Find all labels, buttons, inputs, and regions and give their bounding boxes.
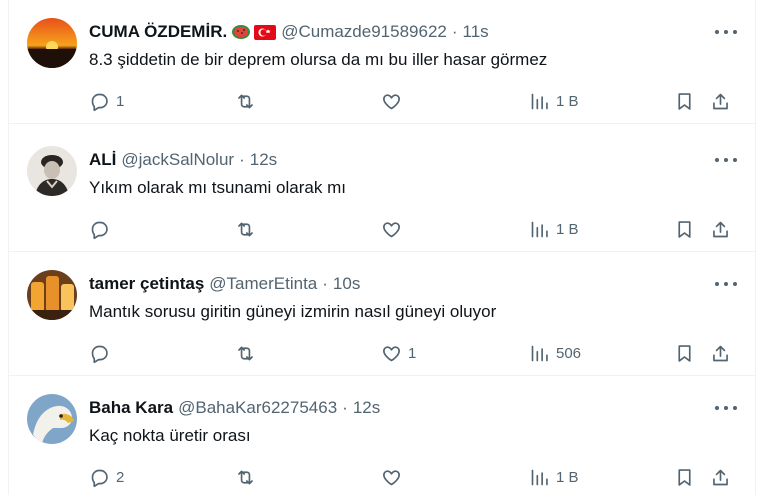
share-button[interactable] — [710, 464, 731, 490]
view-count: 1 B — [556, 468, 579, 486]
bookmark-button[interactable] — [674, 464, 695, 490]
avatar[interactable] — [27, 18, 77, 68]
reply-feed: CUMA ÖZDEMİR. @Cumazde91589622 · 11s 8.3 — [8, 0, 756, 495]
handle[interactable]: @jackSalNolur — [121, 150, 234, 170]
like-count: 1 — [408, 344, 417, 362]
share-button[interactable] — [710, 340, 731, 366]
bookmark-icon — [678, 344, 691, 362]
display-name[interactable]: ALİ — [89, 150, 116, 170]
bookmark-icon — [678, 220, 691, 238]
reply-count: 1 — [116, 92, 125, 110]
heart-icon — [383, 345, 400, 361]
reply-button[interactable] — [89, 216, 116, 242]
tweet-text: Mantık sorusu giritin güneyi izmirin nas… — [89, 302, 497, 321]
tweet-actions: 1 506 — [89, 340, 749, 366]
bookmark-button[interactable] — [674, 340, 695, 366]
views-chart-icon — [531, 93, 548, 109]
tweet-header: ALİ @jackSalNolur · 12s — [89, 148, 277, 172]
like-button[interactable]: 1 — [381, 340, 416, 366]
share-icon — [713, 93, 728, 109]
handle[interactable]: @Cumazde91589622 — [281, 22, 447, 42]
tweet-card[interactable]: CUMA ÖZDEMİR. @Cumazde91589622 · 11s 8.3 — [9, 0, 755, 124]
avatar[interactable] — [27, 270, 77, 320]
handle[interactable]: @BahaKar62275463 — [178, 398, 337, 418]
reply-button[interactable]: 1 — [89, 88, 124, 114]
tweet-actions: 1 1 B — [89, 88, 749, 114]
retweet-button[interactable] — [235, 464, 262, 490]
tweet-actions: 2 1 B — [89, 464, 749, 490]
tweet-header: Baha Kara @BahaKar62275463 · 12s — [89, 396, 380, 420]
more-options-icon[interactable] — [715, 24, 737, 40]
retweet-icon — [238, 222, 253, 236]
bookmark-icon — [678, 92, 691, 110]
retweet-button[interactable] — [235, 340, 262, 366]
timestamp[interactable]: 10s — [333, 274, 360, 294]
separator: · — [451, 22, 458, 41]
timestamp[interactable]: 12s — [250, 150, 277, 170]
views-button[interactable]: 1 B — [529, 216, 579, 242]
bookmark-button[interactable] — [674, 88, 695, 114]
reply-button[interactable]: 2 — [89, 464, 124, 490]
share-icon — [713, 469, 728, 485]
tweet-text: 8.3 şiddetin de bir deprem olursa da mı … — [89, 50, 548, 69]
retweet-icon — [238, 346, 253, 360]
share-button[interactable] — [710, 88, 731, 114]
share-icon — [713, 345, 728, 361]
retweet-button[interactable] — [235, 216, 262, 242]
like-button[interactable] — [381, 216, 408, 242]
name-emojis — [231, 24, 277, 40]
views-button[interactable]: 1 B — [529, 88, 579, 114]
reply-icon — [91, 345, 108, 363]
share-icon — [713, 221, 728, 237]
views-chart-icon — [531, 345, 548, 361]
like-button[interactable] — [381, 88, 408, 114]
separator: · — [322, 274, 328, 293]
retweet-icon — [238, 94, 253, 108]
retweet-icon — [238, 470, 253, 484]
like-button[interactable] — [381, 464, 408, 490]
tweet-actions: 1 B — [89, 216, 749, 242]
display-name[interactable]: CUMA ÖZDEMİR. — [89, 22, 227, 42]
timestamp[interactable]: 11s — [463, 22, 489, 42]
tweet-header: tamer çetintaş @TamerEtinta · 10s — [89, 272, 360, 296]
avatar[interactable] — [27, 394, 77, 444]
view-count: 1 B — [556, 92, 579, 110]
view-count: 1 B — [556, 220, 579, 238]
display-name[interactable]: Baha Kara — [89, 398, 173, 418]
reply-icon — [91, 221, 108, 239]
bookmark-button[interactable] — [674, 216, 695, 242]
more-options-icon[interactable] — [715, 276, 737, 292]
heart-icon — [383, 221, 400, 237]
share-button[interactable] — [710, 216, 731, 242]
tweet-text: Kaç nokta üretir orası — [89, 426, 251, 445]
display-name[interactable]: tamer çetintaş — [89, 274, 204, 294]
views-chart-icon — [531, 221, 548, 237]
views-button[interactable]: 506 — [529, 340, 581, 366]
handle[interactable]: @TamerEtinta — [209, 274, 317, 294]
reply-icon — [91, 93, 108, 111]
heart-icon — [383, 93, 400, 109]
timestamp[interactable]: 12s — [353, 398, 380, 418]
tweet-text: Yıkım olarak mı tsunami olarak mı — [89, 178, 346, 197]
watermelon-icon — [232, 25, 251, 39]
turkey-flag-icon — [254, 24, 277, 40]
views-button[interactable]: 1 B — [529, 464, 579, 490]
reply-count: 2 — [116, 468, 125, 486]
reply-icon — [91, 469, 108, 487]
retweet-button[interactable] — [235, 88, 262, 114]
separator: · — [239, 150, 245, 169]
views-chart-icon — [531, 469, 548, 485]
more-options-icon[interactable] — [715, 152, 737, 168]
view-count: 506 — [556, 344, 582, 362]
avatar[interactable] — [27, 146, 77, 196]
tweet-card[interactable]: Baha Kara @BahaKar62275463 · 12s Kaç nok… — [9, 376, 755, 500]
separator: · — [342, 398, 348, 417]
reply-button[interactable] — [89, 340, 116, 366]
heart-icon — [383, 469, 400, 485]
bookmark-icon — [678, 468, 691, 486]
more-options-icon[interactable] — [715, 400, 737, 416]
tweet-card[interactable]: ALİ @jackSalNolur · 12s Yıkım olarak mı … — [9, 128, 755, 252]
tweet-card[interactable]: tamer çetintaş @TamerEtinta · 10s Mantık… — [9, 252, 755, 376]
tweet-header: CUMA ÖZDEMİR. @Cumazde91589622 · 11s — [89, 20, 489, 44]
